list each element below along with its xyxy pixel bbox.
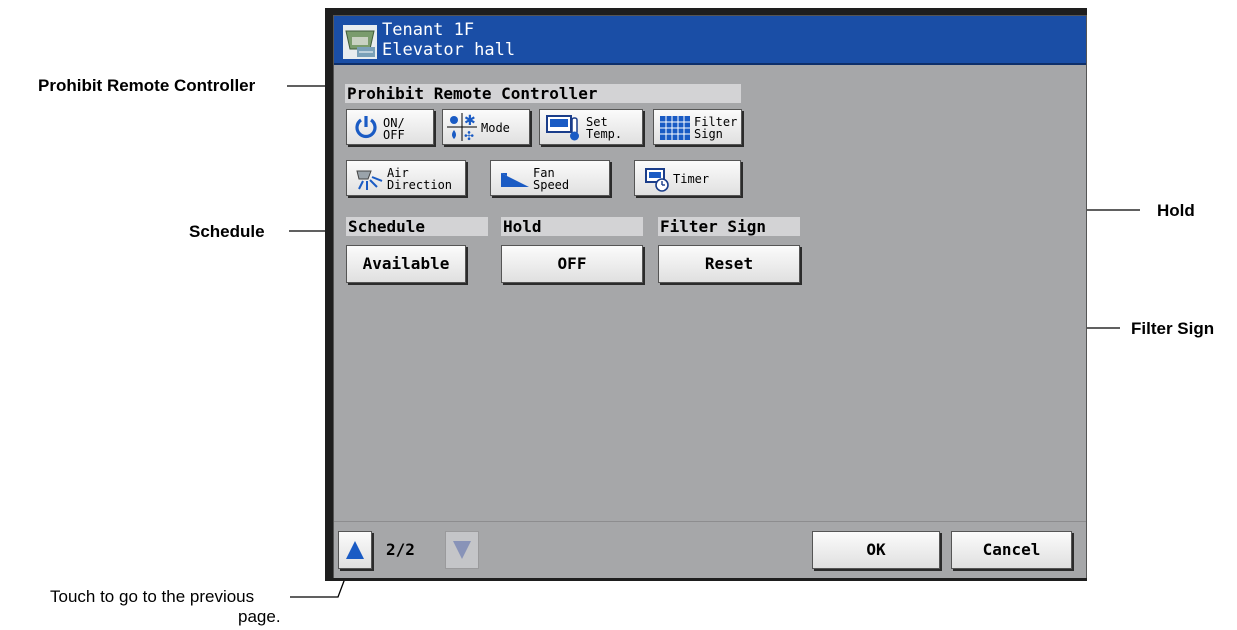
up-arrow-icon bbox=[346, 541, 364, 559]
mode-icon: ✱ ✣ bbox=[447, 113, 477, 141]
air-direction-icon bbox=[356, 170, 383, 190]
prohibit-filter-sign-button[interactable]: Filter Sign bbox=[653, 109, 742, 145]
prohibit-mode-button[interactable]: ✱ ✣ Mode bbox=[442, 109, 530, 145]
title-line-2: Elevator hall bbox=[382, 40, 516, 60]
set-temp-label-2: Temp. bbox=[586, 127, 623, 141]
page-indicator: 2/2 bbox=[386, 540, 415, 559]
bottom-bar: 2/2 OK Cancel bbox=[334, 521, 1086, 578]
page-down-button bbox=[445, 531, 479, 569]
filter-sign-reset-button[interactable]: Reset bbox=[658, 245, 800, 283]
hold-off-button[interactable]: OFF bbox=[501, 245, 643, 283]
hold-header: Hold bbox=[501, 217, 643, 236]
annotation-touch-prev: Touch to go to the previous bbox=[50, 587, 255, 606]
controller-screen: Tenant 1F Elevator hall Prohibit Remote … bbox=[333, 15, 1087, 578]
filter-grid-icon bbox=[660, 116, 690, 140]
timer-icon bbox=[645, 168, 669, 192]
prohibit-fan-speed-button[interactable]: Fan Speed bbox=[490, 160, 610, 196]
power-icon bbox=[355, 116, 377, 139]
filter-sign-header: Filter Sign bbox=[658, 217, 800, 236]
page-up-button[interactable] bbox=[338, 531, 372, 569]
annotation-prohibit: Prohibit Remote Controller bbox=[38, 76, 256, 95]
air-direction-label-2: Direction bbox=[387, 178, 453, 192]
annotation-touch-prev-2: page. bbox=[238, 607, 281, 626]
fan-speed-label-2: Speed bbox=[533, 178, 570, 192]
ok-button[interactable]: OK bbox=[812, 531, 940, 569]
fan-speed-icon bbox=[501, 173, 529, 187]
annotation-hold: Hold bbox=[1157, 201, 1195, 220]
annotation-filter-sign: Filter Sign bbox=[1131, 319, 1215, 338]
indoor-unit-icon bbox=[343, 25, 377, 59]
prohibit-air-direction-button[interactable]: Air Direction bbox=[346, 160, 466, 196]
thermometer-icon bbox=[546, 115, 579, 141]
mode-label: Mode bbox=[481, 121, 510, 135]
schedule-available-button[interactable]: Available bbox=[346, 245, 466, 283]
prohibit-header: Prohibit Remote Controller bbox=[345, 84, 741, 103]
title-line-1: Tenant 1F bbox=[382, 20, 475, 40]
schedule-header: Schedule bbox=[346, 217, 488, 236]
prohibit-timer-button[interactable]: Timer bbox=[634, 160, 741, 196]
prohibit-set-temp-button[interactable]: Set Temp. bbox=[539, 109, 643, 145]
on-off-label-2: OFF bbox=[383, 128, 405, 142]
down-arrow-icon bbox=[453, 541, 471, 559]
filter-sign-label-2: Sign bbox=[694, 127, 723, 141]
title-bar: Tenant 1F Elevator hall bbox=[334, 16, 1086, 65]
timer-label: Timer bbox=[673, 172, 710, 186]
cancel-button[interactable]: Cancel bbox=[951, 531, 1072, 569]
annotation-schedule: Schedule bbox=[189, 222, 265, 241]
prohibit-on-off-button[interactable]: ON/ OFF bbox=[346, 109, 434, 145]
svg-text:✣: ✣ bbox=[464, 129, 474, 141]
svg-text:✱: ✱ bbox=[464, 113, 476, 129]
